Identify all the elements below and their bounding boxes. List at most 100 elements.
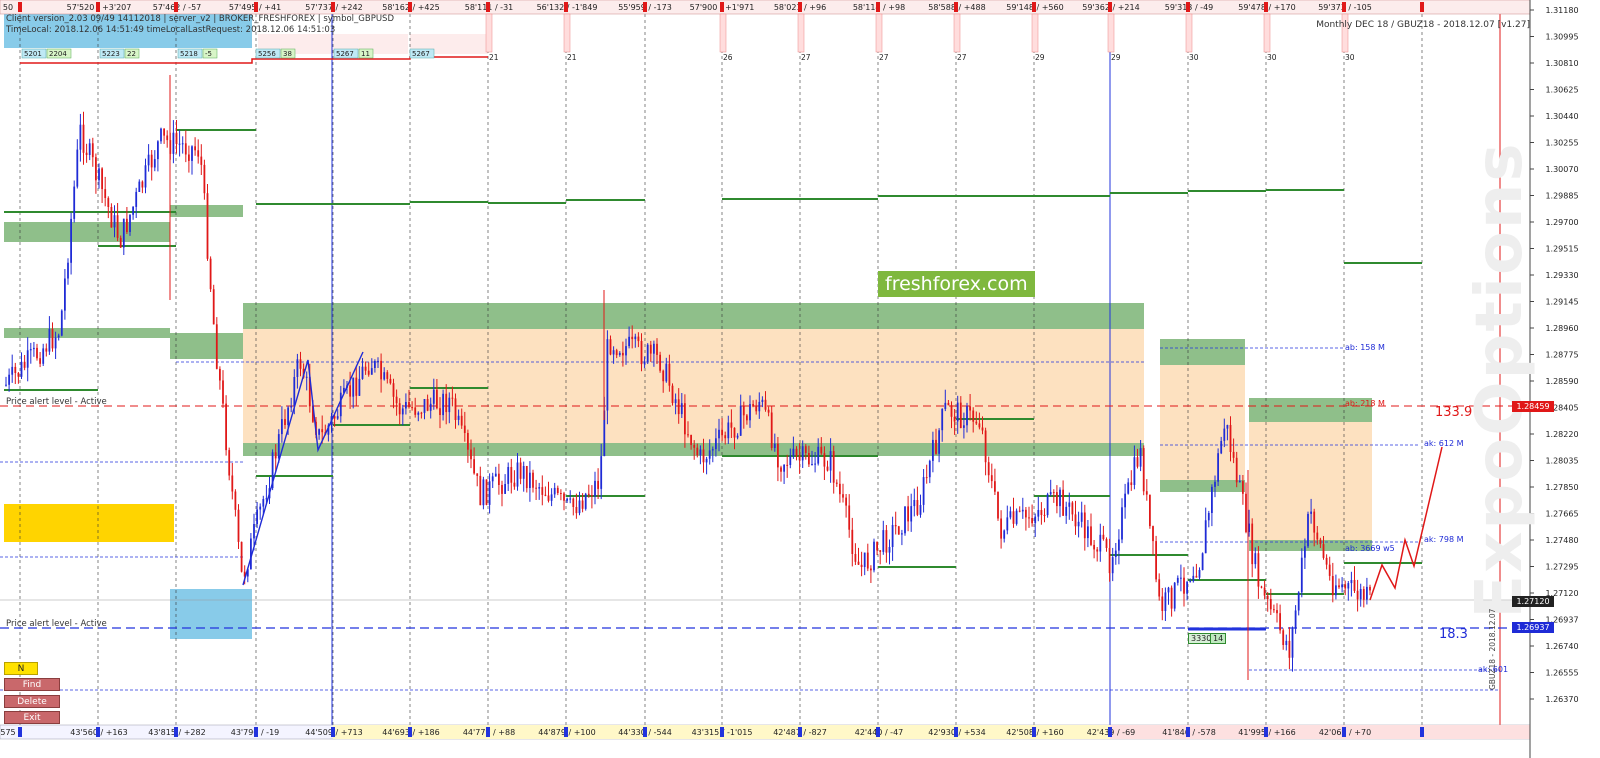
- candle-body: [129, 214, 131, 232]
- top-marker: [331, 2, 335, 12]
- bottom-marker: [1420, 727, 1424, 737]
- candle-body: [367, 370, 370, 375]
- candle-body: [832, 451, 835, 483]
- candle-body: [1040, 510, 1043, 515]
- candle-body: [848, 505, 851, 530]
- candle-body: [1111, 557, 1114, 574]
- day-label: 21: [567, 53, 577, 62]
- candle-body: [336, 416, 339, 419]
- candle-body: [82, 124, 85, 153]
- candle-body: [705, 458, 708, 463]
- find-button[interactable]: Find: [4, 678, 60, 691]
- candle-body: [1080, 512, 1083, 522]
- candle-body: [1012, 511, 1015, 524]
- candle-body: [209, 258, 212, 290]
- price-tag-current: 1.27120: [1512, 596, 1554, 607]
- candle-body: [637, 336, 640, 342]
- candle-body: [293, 377, 296, 407]
- candle-body: [634, 336, 637, 340]
- candle-body: [1049, 492, 1052, 495]
- candle-body: [1294, 610, 1297, 629]
- candle-body: [262, 499, 265, 507]
- chart-title: Monthly DEC 18 / GBUZ18 - 2018.12.07 [v1…: [1316, 20, 1530, 30]
- bottom-session-bar: 575 43'560 / +163 43'815 / +282 43'796 / -1…: [0, 724, 1531, 740]
- candle-body: [544, 494, 547, 496]
- candle-body: [1087, 526, 1089, 539]
- candle-body: [352, 377, 355, 397]
- candle-body: [941, 409, 944, 431]
- watermark: ExpoOptions: [1463, 141, 1537, 619]
- candle-body: [922, 477, 925, 505]
- candle-body: [894, 525, 897, 527]
- candle-body: [1300, 557, 1303, 593]
- candle-body: [1108, 548, 1111, 574]
- top-marker: [1186, 2, 1190, 12]
- candle-body: [1369, 586, 1371, 591]
- candle-body: [194, 146, 196, 151]
- candle-body: [1083, 512, 1086, 539]
- candle-body: [1291, 628, 1294, 658]
- candle-body: [160, 128, 162, 142]
- candle-body: [609, 339, 612, 355]
- demand-zone: [1160, 480, 1245, 492]
- candle-body: [839, 483, 841, 495]
- price-alert-lower: Price alert level - Active: [6, 619, 107, 629]
- day-label: 26: [723, 53, 733, 62]
- candle-body: [795, 448, 798, 456]
- candle-body: [1062, 489, 1064, 516]
- candle-body: [1034, 516, 1037, 524]
- candle-body: [553, 487, 556, 495]
- top-marker: [1420, 2, 1424, 12]
- candle-body: [1297, 592, 1300, 611]
- candle-body: [1118, 539, 1120, 551]
- axis-label: 1.29700: [1545, 218, 1578, 227]
- candle-body: [1260, 586, 1263, 588]
- n-button[interactable]: N: [4, 662, 38, 675]
- candle-body: [690, 435, 692, 445]
- candle-body: [1322, 544, 1325, 558]
- candle-body: [98, 168, 100, 181]
- candle-body: [851, 529, 854, 554]
- candle-body: [473, 459, 475, 474]
- candle-body: [1344, 584, 1347, 589]
- candle-body: [656, 343, 658, 355]
- candle-body: [1090, 526, 1092, 545]
- candle-body: [1257, 553, 1260, 587]
- candle-body: [668, 363, 671, 386]
- candle-body: [370, 368, 373, 375]
- day-marker: [719, 13, 727, 53]
- bottom-marker: [174, 727, 178, 737]
- candle-body: [5, 384, 7, 386]
- day-marker: [875, 13, 883, 53]
- candle-body: [20, 361, 23, 377]
- candle-body: [231, 475, 234, 492]
- candle-body: [467, 433, 469, 450]
- candle-body: [1266, 595, 1269, 599]
- exit-button[interactable]: Exit: [4, 711, 60, 724]
- candle-body: [671, 385, 674, 403]
- axis-label: 1.27850: [1545, 483, 1578, 492]
- candle-body: [814, 463, 816, 465]
- candle-body: [693, 444, 696, 448]
- candle-body: [1366, 586, 1368, 600]
- candle-body: [777, 443, 779, 468]
- candle-body: [808, 453, 810, 465]
- candle-body: [1207, 513, 1210, 521]
- candle-body: [321, 429, 324, 433]
- candle-body: [395, 396, 398, 404]
- candle-body: [792, 448, 795, 456]
- candle-body: [1037, 510, 1040, 517]
- delete-button[interactable]: Delete: [4, 695, 60, 708]
- bottom-marker: [564, 727, 568, 737]
- price-chart[interactable]: 5057'520 / +3'20757'462 / -5757'495 / +4…: [0, 0, 1600, 758]
- bottom-marker: [954, 727, 958, 737]
- brand-logo: freshforex.com: [878, 271, 1035, 297]
- candle-body: [842, 494, 844, 498]
- candle-body: [57, 335, 60, 338]
- candle-body: [1273, 609, 1275, 611]
- candle-body: [355, 377, 358, 396]
- candle-body: [733, 427, 736, 438]
- candle-body: [563, 493, 565, 501]
- candle-body: [408, 402, 410, 408]
- candle-body: [234, 491, 237, 510]
